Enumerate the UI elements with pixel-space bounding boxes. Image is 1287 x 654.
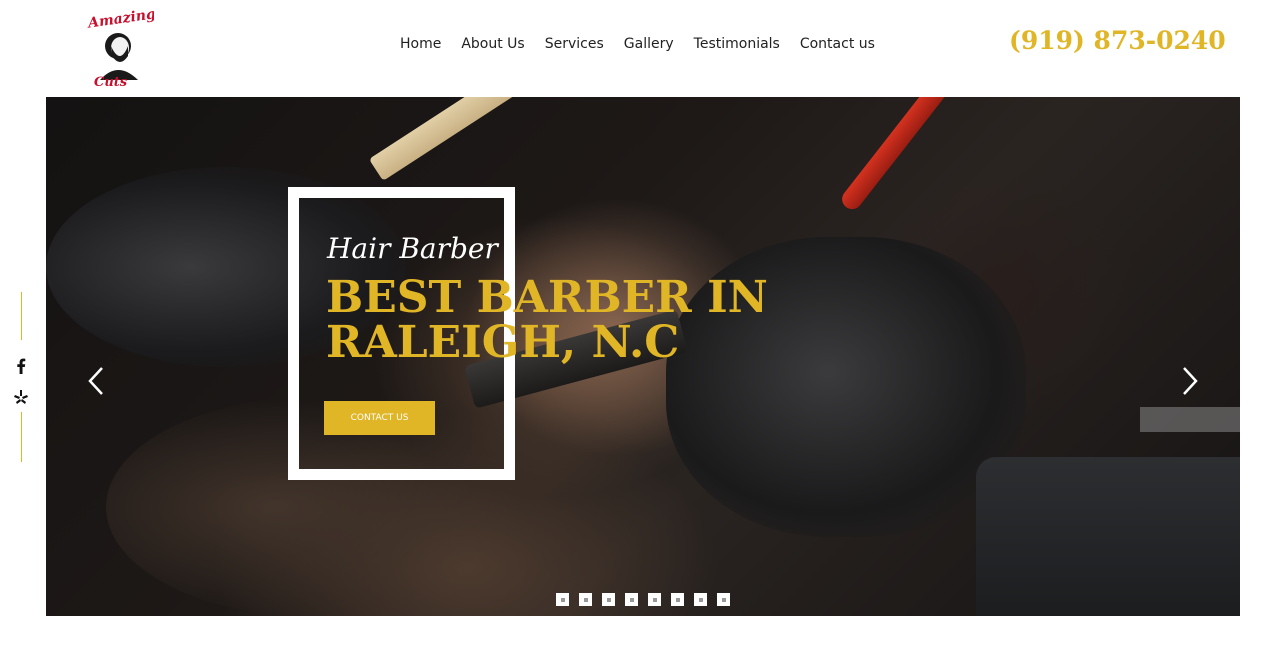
rail-divider-bottom <box>21 412 22 462</box>
yelp-icon[interactable] <box>13 389 29 405</box>
slider-pagination <box>556 593 740 606</box>
facebook-icon[interactable] <box>13 358 29 374</box>
hero-photo-razor-handle <box>838 97 996 214</box>
hero-title: BEST BARBER IN RALEIGH, N.C <box>326 272 768 368</box>
nav-services[interactable]: Services <box>545 36 604 52</box>
contact-us-button[interactable]: CONTACT US <box>324 401 435 435</box>
slide-dot[interactable] <box>602 593 615 606</box>
hero-photo-towel <box>976 457 1240 616</box>
main-nav: Home About Us Services Gallery Testimoni… <box>400 36 895 52</box>
hero-photo-blade <box>368 97 576 181</box>
hero-subtitle: Hair Barber <box>327 232 498 265</box>
slide-dot[interactable] <box>717 593 730 606</box>
nav-home[interactable]: Home <box>400 36 441 52</box>
rail-divider-top <box>21 292 22 340</box>
svg-text:Amazing: Amazing <box>85 8 154 32</box>
hero-overlay-box <box>1140 407 1240 432</box>
svg-text:Cuts: Cuts <box>94 75 128 90</box>
slide-dot[interactable] <box>671 593 684 606</box>
slide-dot[interactable] <box>625 593 638 606</box>
slide-dot[interactable] <box>648 593 661 606</box>
slide-dot[interactable] <box>579 593 592 606</box>
nav-contact-us[interactable]: Contact us <box>800 36 875 52</box>
slide-dot[interactable] <box>694 593 707 606</box>
nav-testimonials[interactable]: Testimonials <box>694 36 780 52</box>
chevron-right-icon[interactable] <box>1179 365 1201 397</box>
logo[interactable]: Amazing Cuts <box>84 6 157 90</box>
slide-dot[interactable] <box>556 593 569 606</box>
chevron-left-icon[interactable] <box>85 365 107 397</box>
hero-slider: Hair Barber BEST BARBER IN RALEIGH, N.C … <box>46 97 1240 616</box>
nav-about-us[interactable]: About Us <box>461 36 524 52</box>
nav-gallery[interactable]: Gallery <box>624 36 674 52</box>
phone-number[interactable]: (919) 873-0240 <box>1009 26 1226 55</box>
